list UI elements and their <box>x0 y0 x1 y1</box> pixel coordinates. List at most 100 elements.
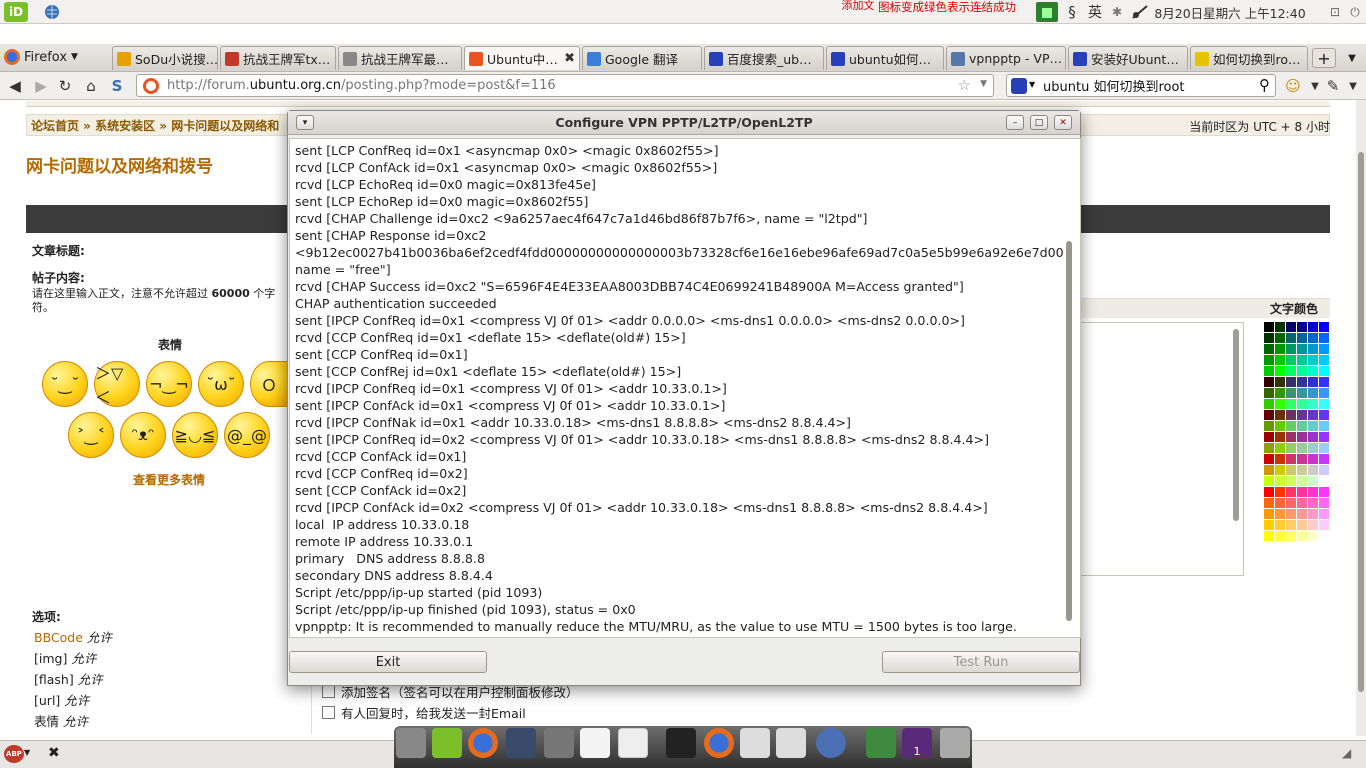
color-swatch[interactable] <box>1297 366 1307 376</box>
color-swatch[interactable] <box>1264 487 1274 497</box>
smiley-icon[interactable]: ˃‿˂ <box>68 412 114 458</box>
addon-face-icon[interactable]: ☺ <box>1282 75 1304 97</box>
exit-button[interactable]: Exit <box>289 651 487 673</box>
color-swatch[interactable] <box>1308 520 1318 530</box>
color-swatch[interactable] <box>1264 333 1274 343</box>
new-tab-button[interactable]: + <box>1312 48 1336 68</box>
color-swatch[interactable] <box>1308 421 1318 431</box>
color-swatch[interactable] <box>1308 399 1318 409</box>
color-swatch[interactable] <box>1308 487 1318 497</box>
network-icon[interactable]: § <box>1062 2 1082 22</box>
toolbar-dropdown-icon[interactable]: ▼ <box>1342 75 1364 97</box>
files-dock-icon[interactable] <box>396 728 426 758</box>
color-swatch[interactable] <box>1297 388 1307 398</box>
color-swatch[interactable] <box>1319 333 1329 343</box>
color-swatch[interactable] <box>1297 344 1307 354</box>
color-swatch[interactable] <box>1297 454 1307 464</box>
color-swatch[interactable] <box>1308 355 1318 365</box>
tab-7[interactable]: vpnpptp - VP… <box>946 46 1066 70</box>
baidu-engine-icon[interactable] <box>1011 78 1027 94</box>
color-swatch[interactable] <box>1286 476 1296 486</box>
color-swatch[interactable] <box>1319 465 1329 475</box>
color-swatch[interactable] <box>1286 498 1296 508</box>
smiley-icon[interactable]: ≧◡≦ <box>172 412 218 458</box>
signature-checkbox[interactable] <box>322 684 335 698</box>
smiley-icon[interactable]: ˘‿˘ <box>42 361 88 407</box>
color-swatch[interactable] <box>1286 432 1296 442</box>
color-swatch[interactable] <box>1286 366 1296 376</box>
volume-icon[interactable] <box>1128 2 1152 22</box>
color-swatch[interactable] <box>1264 498 1274 508</box>
smiley-icon[interactable]: ¬‿¬ <box>146 361 192 407</box>
color-swatch[interactable] <box>1297 399 1307 409</box>
color-swatch[interactable] <box>1275 509 1285 519</box>
log-scrollbar-thumb[interactable] <box>1066 241 1072 621</box>
smiley-icon[interactable]: Ｏ <box>250 361 288 407</box>
tab-3[interactable]: Ubuntu中… ✖ <box>464 46 580 70</box>
workspace-dock-icon[interactable]: 1 <box>902 728 932 758</box>
network-dock-icon[interactable] <box>816 728 846 758</box>
color-swatch[interactable] <box>1308 509 1318 519</box>
color-swatch[interactable] <box>1308 443 1318 453</box>
puzzle-addon-icon[interactable]: ✎ <box>1322 75 1344 97</box>
color-swatch[interactable] <box>1275 344 1285 354</box>
color-swatch[interactable] <box>1275 322 1285 332</box>
color-swatch[interactable] <box>1297 333 1307 343</box>
close-addon-bar-icon[interactable]: ✖ <box>48 745 62 763</box>
color-swatch[interactable] <box>1275 465 1285 475</box>
adblock-icon[interactable]: ABP <box>4 745 24 763</box>
color-swatch[interactable] <box>1264 377 1274 387</box>
color-swatch[interactable] <box>1286 344 1296 354</box>
color-swatch[interactable] <box>1297 465 1307 475</box>
color-swatch[interactable] <box>1275 498 1285 508</box>
color-swatch[interactable] <box>1319 454 1329 464</box>
reload-icon[interactable]: ↻ <box>54 75 76 97</box>
color-swatch[interactable] <box>1297 410 1307 420</box>
color-swatch[interactable] <box>1275 476 1285 486</box>
color-swatch[interactable] <box>1308 410 1318 420</box>
color-swatch[interactable] <box>1319 355 1329 365</box>
window-thumb2-dock-icon[interactable] <box>776 728 806 758</box>
color-swatch[interactable] <box>1319 366 1329 376</box>
minimize-button[interactable]: – <box>1006 115 1024 130</box>
color-swatch[interactable] <box>1308 432 1318 442</box>
id-dock-icon[interactable] <box>432 728 462 758</box>
color-swatch[interactable] <box>1319 520 1329 530</box>
close-button[interactable]: ✕ <box>1054 115 1072 130</box>
color-swatch[interactable] <box>1286 520 1296 530</box>
color-swatch[interactable] <box>1264 410 1274 420</box>
color-swatch[interactable] <box>1319 344 1329 354</box>
tab-2[interactable]: 抗战王牌军最… <box>338 46 462 70</box>
color-swatch[interactable] <box>1275 487 1285 497</box>
back-icon[interactable]: ◀ <box>4 75 26 97</box>
trash-dock-icon[interactable] <box>940 728 970 758</box>
clock-text[interactable]: 8月20日星期六 上午12:40 <box>1154 2 1306 22</box>
id-app-icon[interactable]: iD <box>4 2 28 22</box>
smiley-icon[interactable]: ˘ω˘ <box>198 361 244 407</box>
color-swatch[interactable] <box>1286 333 1296 343</box>
color-swatch[interactable] <box>1275 520 1285 530</box>
color-swatch[interactable] <box>1308 388 1318 398</box>
color-swatch[interactable] <box>1264 531 1274 541</box>
color-swatch[interactable] <box>1264 476 1274 486</box>
color-swatch[interactable] <box>1264 421 1274 431</box>
color-swatch[interactable] <box>1319 487 1329 497</box>
forum-title[interactable]: 网卡问题以及网络和拨号 <box>26 152 286 177</box>
color-swatch[interactable] <box>1286 410 1296 420</box>
vpn-log-output[interactable]: sent [LCP ConfReq id=0x1 <asyncmap 0x0> … <box>289 138 1081 638</box>
notes-dock-icon[interactable] <box>618 728 648 758</box>
color-swatch[interactable] <box>1286 388 1296 398</box>
color-swatch[interactable] <box>1319 410 1329 420</box>
firefox-window-dock-icon[interactable] <box>704 728 734 758</box>
color-swatch[interactable] <box>1319 388 1329 398</box>
color-swatch[interactable] <box>1286 421 1296 431</box>
color-swatch[interactable] <box>1308 454 1318 464</box>
color-swatch[interactable] <box>1297 355 1307 365</box>
color-swatch[interactable] <box>1319 377 1329 387</box>
window-menu-icon[interactable]: ⊡ <box>1326 2 1344 22</box>
more-smilies-link[interactable]: 查看更多表情 <box>110 471 228 487</box>
tab-1[interactable]: 抗战王牌军tx… <box>220 46 336 70</box>
window-menu-button[interactable]: ▾ <box>296 115 314 130</box>
color-swatch[interactable] <box>1319 509 1329 519</box>
color-swatch[interactable] <box>1275 333 1285 343</box>
